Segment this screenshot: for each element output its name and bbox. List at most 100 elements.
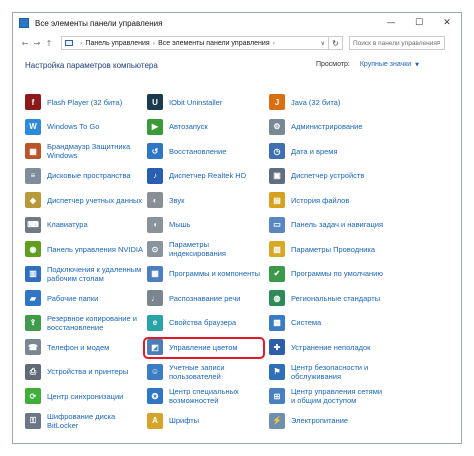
- cp-item[interactable]: ⚑ Центр безопасности и обслуживания: [269, 361, 387, 383]
- recovery-icon: ↺: [147, 143, 163, 159]
- cp-item-label: Панель управления NVIDIA: [47, 244, 143, 254]
- file-history-icon: ▤: [269, 192, 285, 208]
- cp-item[interactable]: ▤ История файлов: [269, 189, 387, 211]
- close-button[interactable]: ✕: [433, 13, 461, 33]
- cp-item[interactable]: ▦ Программы и компоненты: [147, 263, 265, 285]
- backup-icon: ⇪: [25, 314, 41, 331]
- chevron-right-icon: ›: [80, 39, 83, 47]
- network-icon: ⊞: [269, 388, 285, 404]
- cp-item[interactable]: ☺ Учетные записи пользователей: [147, 361, 265, 383]
- microphone-icon: ♩: [147, 290, 163, 306]
- cp-item[interactable]: ◉ Панель управления NVIDIA: [25, 238, 143, 260]
- indexing-icon: ⊙: [147, 241, 163, 257]
- phone-modem-icon: ☎: [25, 339, 41, 355]
- uninstaller-icon: U: [147, 94, 163, 110]
- cp-item-label: Электропитание: [291, 416, 349, 425]
- address-dropdown-icon[interactable]: ∨: [321, 40, 325, 47]
- control-panel-window: Все элементы панели управления — ☐ ✕ ← →…: [12, 12, 462, 444]
- refresh-button[interactable]: ↻: [329, 36, 343, 50]
- remote-desktop-icon: ▥: [25, 265, 41, 282]
- printer-icon: ⎙: [25, 363, 41, 380]
- cp-item-label: Программы и компоненты: [169, 269, 261, 278]
- cp-item-label: Параметры Проводника: [291, 244, 376, 254]
- work-folders-icon: ▰: [25, 290, 41, 306]
- explorer-options-icon: ▧: [269, 241, 285, 257]
- cp-item-label: Клавиатура: [47, 220, 88, 229]
- forward-button[interactable]: →: [31, 36, 43, 50]
- cp-item[interactable]: W Windows To Go: [25, 116, 143, 138]
- cp-item[interactable]: ▶ Автозапуск: [147, 116, 265, 138]
- maximize-button[interactable]: ☐: [405, 13, 433, 33]
- cp-item-label: Рабочие папки: [47, 293, 99, 303]
- cp-item[interactable]: e Свойства браузера: [147, 312, 265, 334]
- cp-item-label: Параметры индексирования: [169, 240, 226, 258]
- mouse-icon: ◖: [147, 216, 163, 233]
- cp-item[interactable]: ☎ Телефон и модем: [25, 336, 143, 358]
- cp-item-label: История файлов: [291, 195, 350, 205]
- cp-item[interactable]: J Java (32 бита): [269, 91, 387, 113]
- cp-item[interactable]: ▧ Параметры Проводника: [269, 238, 387, 260]
- storage-spaces-icon: ≡: [25, 167, 41, 184]
- power-options-icon: ⚡: [269, 412, 285, 429]
- cp-item[interactable]: ♩ Распознавание речи: [147, 287, 265, 309]
- cp-item[interactable]: f Flash Player (32 бита): [25, 91, 143, 113]
- cp-item[interactable]: ↺ Восстановление: [147, 140, 265, 162]
- system-icon: ▩: [269, 314, 285, 331]
- cp-item[interactable]: ▥ Подключения к удаленным рабочим столам: [25, 263, 143, 285]
- cp-item[interactable]: ◍ Региональные стандарты: [269, 287, 387, 309]
- page-title: Настройка параметров компьютера: [25, 61, 158, 70]
- nvidia-icon: ◉: [25, 241, 41, 257]
- breadcrumb-all-items[interactable]: Все элементы панели управления: [158, 40, 269, 47]
- cp-item[interactable]: ⊞ Центр управления сетями и общим доступо…: [269, 385, 387, 407]
- cp-item[interactable]: ⚙ Администрирование: [269, 116, 387, 138]
- chevron-down-icon[interactable]: ▼: [415, 62, 419, 68]
- breadcrumb-control-panel[interactable]: Панель управления: [85, 40, 149, 47]
- search-input[interactable]: Поиск в панели управления ⌕: [349, 36, 445, 50]
- window-title: Все элементы панели управления: [35, 18, 163, 28]
- troubleshooting-icon: ✚: [269, 339, 285, 355]
- internet-options-icon: e: [147, 314, 163, 331]
- cp-item[interactable]: ⇪ Резервное копирование и восстановление: [25, 312, 143, 334]
- region-icon: ◍: [269, 290, 285, 306]
- cp-item[interactable]: ◷ Дата и время: [269, 140, 387, 162]
- cp-item[interactable]: ◐ Звук: [147, 189, 265, 211]
- minimize-button[interactable]: —: [377, 13, 405, 33]
- cp-item[interactable]: ▰ Рабочие папки: [25, 287, 143, 309]
- java-icon: J: [269, 94, 285, 110]
- cp-item[interactable]: ♪ Диспетчер Realtek HD: [147, 165, 265, 187]
- cp-item[interactable]: ⊙ Параметры индексирования: [147, 238, 265, 260]
- control-panel-icon: [19, 18, 29, 28]
- cp-item-label: Подключения к удаленным рабочим столам: [47, 264, 142, 283]
- cp-item[interactable]: ⚿ Шифрование диска BitLocker: [25, 410, 143, 432]
- content-header: Настройка параметров компьютера Просмотр…: [13, 61, 461, 77]
- cp-item[interactable]: ✚ Устранение неполадок: [269, 336, 387, 358]
- back-button[interactable]: ←: [19, 36, 31, 50]
- windows-to-go-icon: W: [25, 118, 41, 135]
- cp-item[interactable]: ⟳ Центр синхронизации: [25, 385, 143, 407]
- cp-item[interactable]: ▣ Диспетчер устройств: [269, 165, 387, 187]
- cp-item[interactable]: ◈ Диспетчер учетных данных: [25, 189, 143, 211]
- default-programs-icon: ✔: [269, 265, 285, 282]
- search-placeholder: Поиск в панели управления: [353, 39, 437, 47]
- cp-item[interactable]: ⌨ Клавиатура: [25, 214, 143, 236]
- cp-item[interactable]: A Шрифты: [147, 410, 265, 432]
- view-by-dropdown[interactable]: Крупные значки: [360, 61, 411, 68]
- cp-item[interactable]: ▭ Панель задач и навигация: [269, 214, 387, 236]
- accessibility-icon: ✪: [147, 388, 163, 404]
- cp-item[interactable]: ✪ Центр специальных возможностей: [147, 385, 265, 407]
- address-row: ← → ↑ › Панель управления › Все элементы…: [13, 33, 461, 53]
- credential-manager-icon: ◈: [25, 192, 41, 208]
- cp-item[interactable]: ◖ Мышь: [147, 214, 265, 236]
- up-button[interactable]: ↑: [43, 36, 55, 50]
- cp-item[interactable]: ⚡ Электропитание: [269, 410, 387, 432]
- cp-item[interactable]: ✔ Программы по умолчанию: [269, 263, 387, 285]
- address-bar[interactable]: › Панель управления › Все элементы панел…: [61, 36, 329, 50]
- cp-item[interactable]: ▦ Брандмауэр Защитника Windows: [25, 140, 143, 162]
- programs-icon: ▦: [147, 265, 163, 282]
- search-icon: ⌕: [436, 38, 441, 47]
- cp-item[interactable]: ≡ Дисковые пространства: [25, 165, 143, 187]
- cp-item[interactable]: U IObit Uninstaller: [147, 91, 265, 113]
- cp-item-label: IObit Uninstaller: [169, 97, 223, 107]
- cp-item[interactable]: ▩ Система: [269, 312, 387, 334]
- cp-item[interactable]: ⎙ Устройства и принтеры: [25, 361, 143, 383]
